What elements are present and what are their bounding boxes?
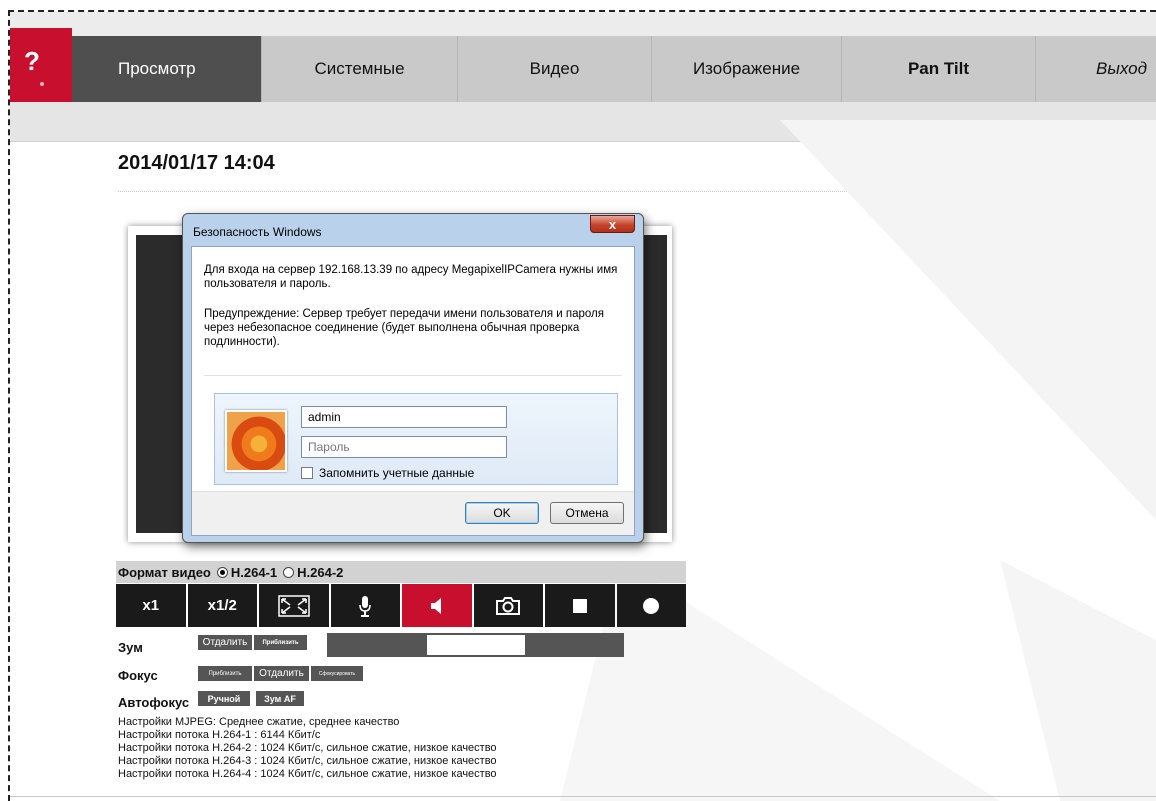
close-icon: x: [608, 216, 617, 232]
microphone-icon: [359, 595, 371, 617]
zoom-label: Зум: [118, 640, 143, 655]
logo-mark-icon: ?: [24, 46, 40, 76]
ok-button[interactable]: OK: [465, 502, 539, 524]
zoom-x1-button[interactable]: x1: [116, 584, 186, 627]
dialog-separator: [204, 375, 622, 376]
page-bottom-divider: [10, 796, 1156, 797]
zoom-out-button[interactable]: Отдалить: [198, 635, 252, 650]
username-field[interactable]: admin: [301, 406, 507, 428]
video-format-bar: Формат видео H.264-1 H.264-2: [116, 561, 686, 583]
player-controls: x1 x1/2: [116, 584, 686, 627]
zoom-slider-thumb[interactable]: [427, 635, 525, 655]
stop-icon: [572, 598, 587, 613]
brand-logo: ?: [10, 28, 72, 110]
format-radio-h264-1[interactable]: [216, 566, 228, 578]
tab-view[interactable]: Просмотр: [72, 36, 262, 102]
snapshot-button[interactable]: [473, 584, 543, 627]
stream-info-h264-2: Настройки потока H.264-2 : 1024 Кбит/с, …: [118, 742, 497, 754]
sub-toolbar: [10, 102, 1156, 142]
password-field[interactable]: Пароль: [301, 436, 507, 458]
format-option-h264-2[interactable]: H.264-2: [297, 565, 343, 580]
record-button[interactable]: [616, 584, 686, 627]
stop-button[interactable]: [545, 584, 615, 627]
speaker-button[interactable]: [402, 584, 472, 627]
tab-pan-tilt[interactable]: Pan Tilt: [842, 36, 1036, 102]
remember-checkbox[interactable]: [301, 467, 313, 479]
zoom-half-button[interactable]: x1/2: [187, 584, 257, 627]
stream-info-mjpeg: Настройки MJPEG: Среднее сжатие, среднее…: [118, 716, 400, 728]
snapshot-icon: [496, 596, 521, 615]
user-avatar-icon: [225, 410, 287, 472]
language-label: Язык интер: [1082, 201, 1146, 215]
dialog-footer: OK Отмена: [192, 491, 634, 535]
format-label: Формат видео: [118, 564, 211, 580]
autofocus-label: Автофокус: [118, 695, 190, 710]
format-option-h264-1[interactable]: H.264-1: [231, 565, 277, 580]
dialog-body: Для входа на сервер 192.168.13.39 по адр…: [191, 246, 635, 536]
windows-security-dialog: Безопасность Windows x Для входа на серв…: [182, 213, 644, 543]
zoom-in-button[interactable]: Приблизить: [254, 635, 307, 650]
remember-label: Запомнить учетные данные: [319, 466, 475, 480]
credential-tile: admin Пароль Запомнить учетные данные: [214, 393, 618, 485]
remember-credentials[interactable]: Запомнить учетные данные: [301, 466, 474, 480]
dialog-close-button[interactable]: x: [590, 215, 635, 233]
dialog-message: Для входа на сервер 192.168.13.39 по адр…: [204, 264, 618, 290]
autofocus-manual-button[interactable]: Ручной: [198, 691, 250, 706]
focus-label: Фокус: [118, 668, 158, 683]
focus-far-button[interactable]: Отдалить: [254, 666, 309, 681]
speaker-icon: [430, 597, 441, 614]
title-divider: [118, 191, 933, 192]
focus-near-button[interactable]: Приблизить: [198, 666, 252, 681]
format-radio-h264-2[interactable]: [283, 566, 295, 578]
fullscreen-icon: [278, 594, 310, 617]
logo-dot-icon: [40, 82, 44, 86]
record-icon: [643, 597, 660, 614]
zoom-slider[interactable]: [327, 633, 624, 657]
tab-image[interactable]: Изображение: [652, 36, 842, 102]
tab-video[interactable]: Видео: [458, 36, 652, 102]
dialog-warning: Предупреждение: Сервер требует передачи …: [204, 308, 604, 348]
tab-logout[interactable]: Выход: [1036, 36, 1156, 102]
focus-auto-button[interactable]: Сфокусировать: [311, 666, 363, 681]
top-strip: [10, 12, 1156, 36]
microphone-button[interactable]: [330, 584, 400, 627]
dialog-title: Безопасность Windows: [193, 225, 322, 239]
cancel-button[interactable]: Отмена: [550, 502, 624, 524]
stream-info-h264-3: Настройки потока H.264-3 : 1024 Кбит/с, …: [118, 755, 497, 767]
fullscreen-button[interactable]: [259, 584, 329, 627]
stream-info-h264-1: Настройки потока H.264-1 : 6144 Кбит/с: [118, 729, 321, 741]
autofocus-zoom-af-button[interactable]: Зум AF: [256, 691, 304, 706]
camera-datetime: 2014/01/17 14:04: [118, 152, 275, 174]
stream-info-h264-4: Настройки потока H.264-4 : 1024 Кбит/с, …: [118, 768, 497, 780]
tab-system[interactable]: Системные: [262, 36, 458, 102]
